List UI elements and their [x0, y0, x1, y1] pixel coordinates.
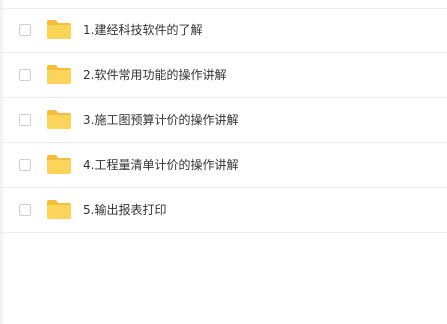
row-checkbox[interactable]	[19, 204, 31, 216]
file-row[interactable]: 5.输出报表打印	[0, 188, 447, 233]
folder-icon	[46, 154, 72, 175]
folder-icon	[46, 109, 72, 130]
folder-icon	[46, 19, 72, 40]
file-name-link[interactable]: 3.施工图预算计价的操作讲解	[83, 111, 238, 129]
file-row[interactable]: 3.施工图预算计价的操作讲解	[0, 98, 447, 143]
folder-icon	[46, 199, 72, 220]
file-list: 1.建经科技软件的了解 2.软件常用功能的操作讲解 3.施工图预算计价的操作讲解	[0, 8, 447, 233]
file-name-link[interactable]: 2.软件常用功能的操作讲解	[83, 66, 226, 84]
row-checkbox[interactable]	[19, 69, 31, 81]
file-row[interactable]: 4.工程量清单计价的操作讲解	[0, 143, 447, 188]
row-checkbox[interactable]	[19, 114, 31, 126]
row-checkbox[interactable]	[19, 159, 31, 171]
row-checkbox[interactable]	[19, 24, 31, 36]
file-name-link[interactable]: 4.工程量清单计价的操作讲解	[83, 156, 238, 174]
file-name-link[interactable]: 1.建经科技软件的了解	[83, 21, 202, 39]
file-row[interactable]: 2.软件常用功能的操作讲解	[0, 53, 447, 98]
folder-icon	[46, 64, 72, 85]
file-name-link[interactable]: 5.输出报表打印	[83, 201, 166, 219]
file-row[interactable]: 1.建经科技软件的了解	[0, 8, 447, 53]
